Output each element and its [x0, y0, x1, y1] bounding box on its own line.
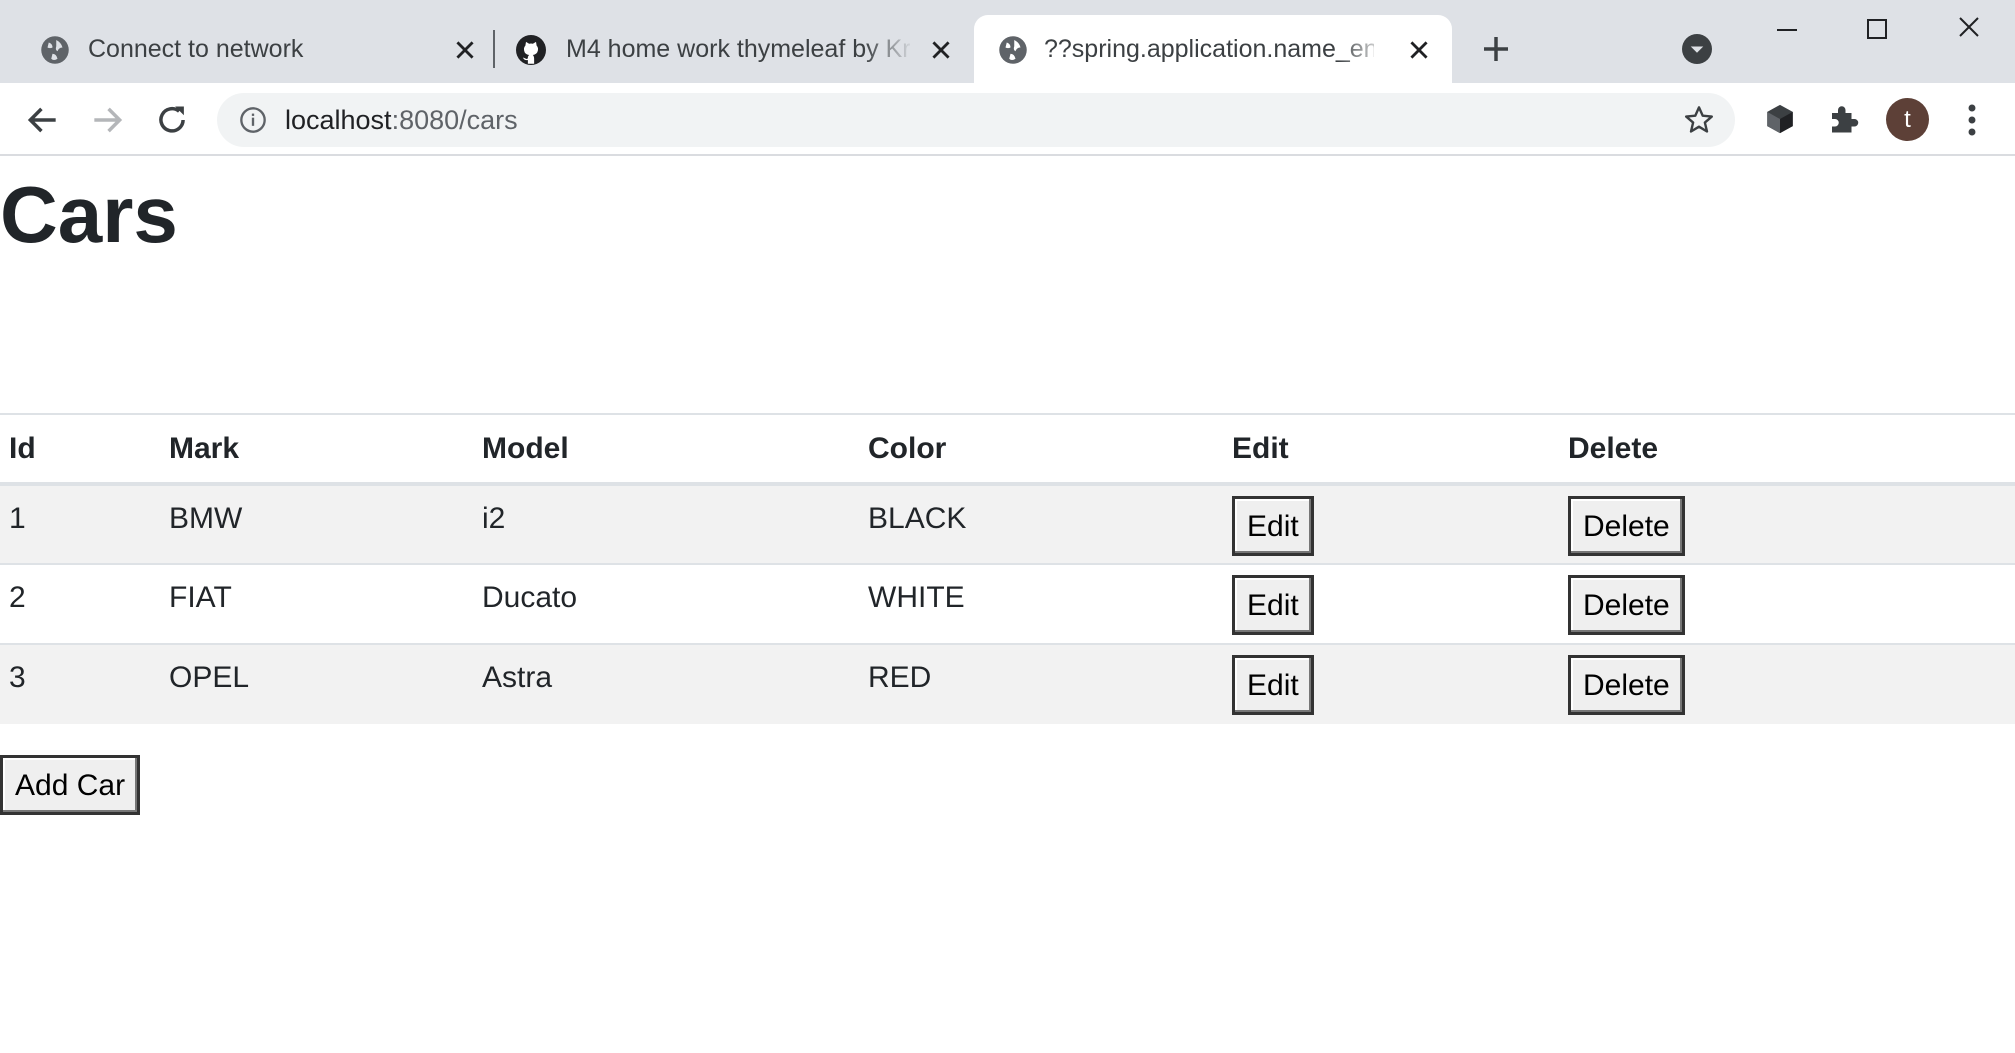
column-header-mark: Mark: [169, 431, 240, 465]
cell-edit: Edit: [1223, 564, 1559, 644]
tab-search-chevron-icon[interactable]: [1682, 34, 1712, 64]
address-bar[interactable]: localhost:8080/cars: [217, 93, 1735, 147]
url-path: :8080/cars: [391, 105, 518, 135]
globe-icon: [41, 36, 69, 64]
extensions-puzzle-icon[interactable]: [1826, 101, 1862, 137]
column-header-delete: Delete: [1568, 431, 1659, 465]
cell-color: RED: [868, 661, 932, 694]
table-row: 3 OPEL Astra RED Edit Delete: [0, 644, 2015, 724]
cell-delete: Delete: [1559, 484, 2015, 564]
column-header-model: Model: [482, 431, 569, 465]
new-tab-plus-icon[interactable]: [1480, 33, 1512, 65]
close-icon[interactable]: [1406, 37, 1432, 63]
edit-button[interactable]: Edit: [1232, 496, 1314, 556]
close-icon[interactable]: [452, 37, 478, 63]
cell-mark: BMW: [169, 502, 243, 535]
cell-model: Astra: [482, 661, 553, 694]
cell-id: 1: [9, 502, 26, 535]
cell-delete: Delete: [1559, 644, 2015, 724]
site-info-icon[interactable]: [239, 106, 267, 134]
cell-edit: Edit: [1223, 484, 1559, 564]
reload-icon[interactable]: [153, 101, 191, 139]
edit-button[interactable]: Edit: [1232, 655, 1314, 715]
minimize-icon[interactable]: [1765, 10, 1809, 50]
back-arrow-icon[interactable]: [24, 101, 62, 139]
delete-button[interactable]: Delete: [1568, 496, 1685, 556]
tab-active-spring-app[interactable]: ??spring.application.name_en_US: [974, 15, 1452, 83]
tab-github[interactable]: M4 home work thymeleaf by Krzy: [492, 15, 972, 83]
tab-title: Connect to network: [88, 35, 304, 63]
bookmark-star-icon[interactable]: [1683, 104, 1715, 136]
cell-model: Ducato: [482, 581, 578, 614]
column-header-id: Id: [9, 431, 36, 465]
delete-button[interactable]: Delete: [1568, 575, 1685, 635]
tab-title-fade: [864, 15, 914, 83]
cell-mark: FIAT: [169, 581, 232, 614]
window-close-icon[interactable]: [1947, 10, 1991, 50]
table-header-row: Id Mark Model Color Edit Delete: [0, 414, 2015, 484]
close-icon[interactable]: [928, 37, 954, 63]
profile-avatar[interactable]: t: [1886, 98, 1929, 141]
forward-arrow-icon[interactable]: [88, 101, 126, 139]
cell-id: 2: [9, 581, 26, 614]
page-content: Cars Id Mark Model Color Edit Delete 1 B…: [0, 157, 2015, 1053]
maximize-icon[interactable]: [1855, 10, 1899, 50]
github-icon: [516, 35, 546, 65]
delete-button[interactable]: Delete: [1568, 655, 1685, 715]
cell-model: i2: [482, 502, 506, 535]
cell-color: BLACK: [868, 502, 967, 535]
column-header-color: Color: [868, 431, 947, 465]
cell-edit: Edit: [1223, 644, 1559, 724]
tab-title: M4 home work thymeleaf by Krzy: [566, 35, 910, 63]
column-header-edit: Edit: [1232, 431, 1289, 465]
edit-button[interactable]: Edit: [1232, 575, 1314, 635]
cell-mark: OPEL: [169, 661, 250, 694]
globe-icon: [999, 36, 1027, 64]
tab-connect-to-network[interactable]: Connect to network: [0, 15, 490, 83]
url-host: localhost: [285, 105, 392, 135]
tab-strip: Connect to network M4 home work thymelea…: [0, 0, 2015, 83]
cell-color: WHITE: [868, 581, 965, 614]
table-row: 1 BMW i2 BLACK Edit Delete: [0, 484, 2015, 564]
browser-toolbar: localhost:8080/cars t: [0, 83, 2015, 156]
cars-table: Id Mark Model Color Edit Delete 1 BMW i2…: [0, 413, 2015, 724]
page-title: Cars: [0, 170, 178, 259]
tab-title-fade: [1338, 15, 1388, 83]
cell-id: 3: [9, 661, 26, 694]
table-row: 2 FIAT Ducato WHITE Edit Delete: [0, 564, 2015, 644]
tab-title: ??spring.application.name_en_US: [1044, 35, 1374, 63]
url-text[interactable]: localhost:8080/cars: [285, 103, 518, 137]
add-car-button[interactable]: Add Car: [0, 755, 141, 815]
more-menu-icon[interactable]: [1956, 100, 1988, 140]
extension-cube-icon[interactable]: [1763, 102, 1797, 136]
cell-delete: Delete: [1559, 564, 2015, 644]
